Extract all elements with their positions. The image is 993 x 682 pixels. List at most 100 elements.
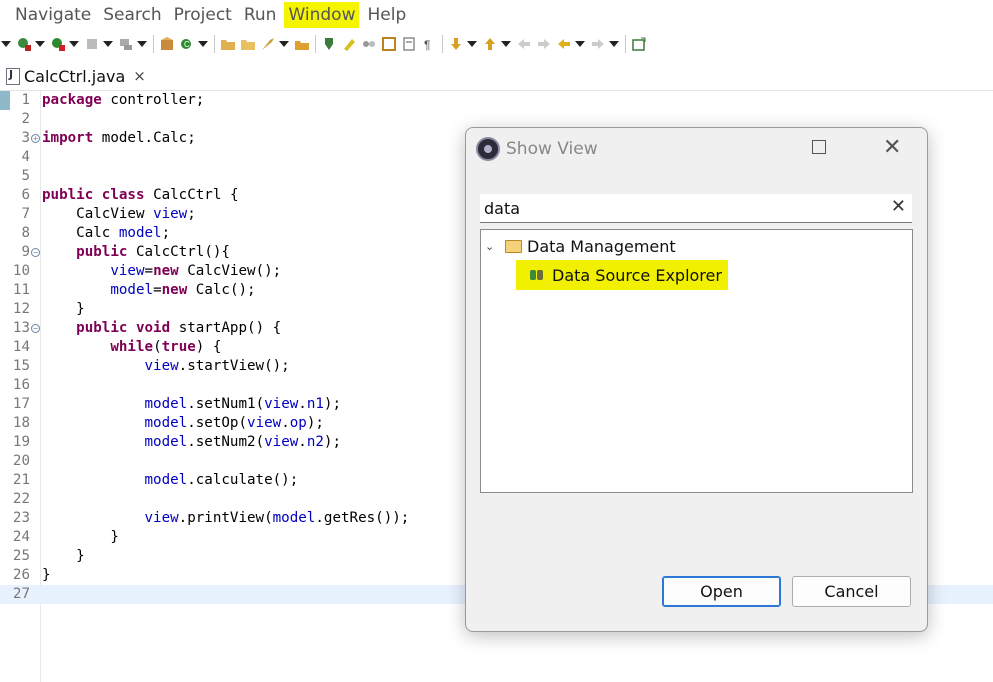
line-number: 8 [21,225,30,241]
debug-dropdown[interactable] [35,36,45,52]
line-number: 23 [12,510,30,526]
code-text: CalcView view; [76,206,196,222]
show-view-dialog: Show View ✕ ✕ ⌄ Data Management Data Sou… [465,127,928,632]
close-icon[interactable]: × [133,67,146,85]
breadcrumb-icon[interactable] [361,36,377,52]
next-annotation-dropdown[interactable] [467,36,477,52]
new-package-icon[interactable] [159,36,175,52]
filter-input[interactable] [484,196,874,220]
code-text: Calc model; [76,225,171,241]
line-number: 22 [12,491,30,507]
cancel-button[interactable]: Cancel [792,576,911,607]
line-number: 6 [21,187,30,203]
open-type-icon[interactable] [220,36,236,52]
tree-item-data-source-explorer[interactable]: Data Source Explorer [516,260,728,290]
folder-icon [505,239,522,253]
line-number: 1 [21,92,30,108]
collapse-fold-icon[interactable]: − [31,324,40,333]
code-text: public CalcCtrl(){ [76,244,230,260]
code-text: model=new Calc(); [110,282,256,298]
close-icon[interactable]: ✕ [883,135,901,160]
run-icon[interactable] [50,36,66,52]
previous-annotation-icon[interactable] [482,36,498,52]
new-class-dropdown[interactable] [198,36,208,52]
debug-icon[interactable] [16,36,32,52]
line-number: 4 [21,149,30,165]
collapse-fold-icon[interactable]: − [31,248,40,257]
menu-navigate[interactable]: Navigate [11,2,95,28]
previous-annotation-dropdown[interactable] [501,36,511,52]
menu-window[interactable]: Window [284,2,360,28]
launch-dropdown[interactable] [279,36,289,52]
toolbar-dropdown[interactable] [1,36,11,52]
chevron-down-icon[interactable]: ⌄ [485,240,499,253]
stop-icon[interactable] [84,36,100,52]
forward-edit-icon[interactable] [536,36,552,52]
line-number: 10 [12,263,30,279]
menu-run[interactable]: Run [240,2,281,28]
next-annotation-icon[interactable] [448,36,464,52]
dialog-title-bar: Show View ✕ [466,128,927,172]
code-line[interactable]: 1 package controller; [0,91,993,110]
show-whitespace-icon[interactable]: ¶ [421,36,437,52]
eclipse-icon [476,137,500,161]
line-number: 14 [12,339,30,355]
open-task-icon[interactable] [294,36,310,52]
code-text: import model.Calc; [42,130,196,146]
launch-icon[interactable] [260,36,276,52]
new-class-icon[interactable]: C [179,36,195,52]
block-selection-icon[interactable] [381,36,397,52]
line-number: 11 [12,282,30,298]
menu-help[interactable]: Help [363,2,410,28]
back-icon[interactable] [556,36,572,52]
word-wrap-icon[interactable] [401,36,417,52]
expand-fold-icon[interactable]: + [31,134,40,143]
editor-tab-label: CalcCtrl.java [24,66,126,86]
line-number: 20 [12,453,30,469]
pin-editor-icon[interactable] [631,36,647,52]
editor-tab[interactable]: CalcCtrl.java × [2,62,152,90]
code-text: view.printView(model.getRes()); [144,510,410,526]
run-dropdown[interactable] [69,36,79,52]
line-number: 9 [21,244,30,260]
back-dropdown[interactable] [575,36,585,52]
tree-category-label: Data Management [527,236,676,256]
code-text: view=new CalcView(); [110,263,282,279]
external-tools-dropdown[interactable] [137,36,147,52]
menu-bar: Navigate Search Project Run Window Help [0,0,993,30]
forward-icon[interactable] [590,36,606,52]
code-text: while(true) { [110,339,222,355]
toolbar-separator [153,35,154,53]
code-text: } [42,548,85,564]
line-number: 21 [12,472,30,488]
code-text: public void startApp() { [76,320,282,336]
menu-search[interactable]: Search [99,2,165,28]
forward-dropdown[interactable] [609,36,619,52]
code-text: } [42,529,119,545]
line-number: 7 [21,206,30,222]
open-button[interactable]: Open [662,576,781,607]
maximize-icon[interactable] [812,140,826,154]
line-number: 19 [12,434,30,450]
code-text: } [42,567,51,583]
tree-category-data-management[interactable]: ⌄ Data Management [485,234,676,258]
toggle-mark-icon[interactable] [321,36,337,52]
code-text: model.setNum1(view.n1); [144,396,342,412]
external-tools-icon[interactable] [118,36,134,52]
menu-project[interactable]: Project [170,2,236,28]
code-text: package controller; [42,92,205,108]
open-folder-icon[interactable] [240,36,256,52]
line-number: 15 [12,358,30,374]
toolbar-separator [625,35,626,53]
toolbar: C ¶ [0,31,993,57]
code-text: model.setNum2(view.n2); [144,434,342,450]
java-file-icon [6,67,20,85]
toolbar-separator [442,35,443,53]
stop-dropdown[interactable] [103,36,113,52]
line-number: 5 [21,168,30,184]
toolbar-separator [214,35,215,53]
last-edit-icon[interactable] [516,36,532,52]
highlight-icon[interactable] [341,36,357,52]
view-tree: ⌄ Data Management Data Source Explorer [480,229,913,493]
clear-filter-icon[interactable]: ✕ [891,196,906,217]
